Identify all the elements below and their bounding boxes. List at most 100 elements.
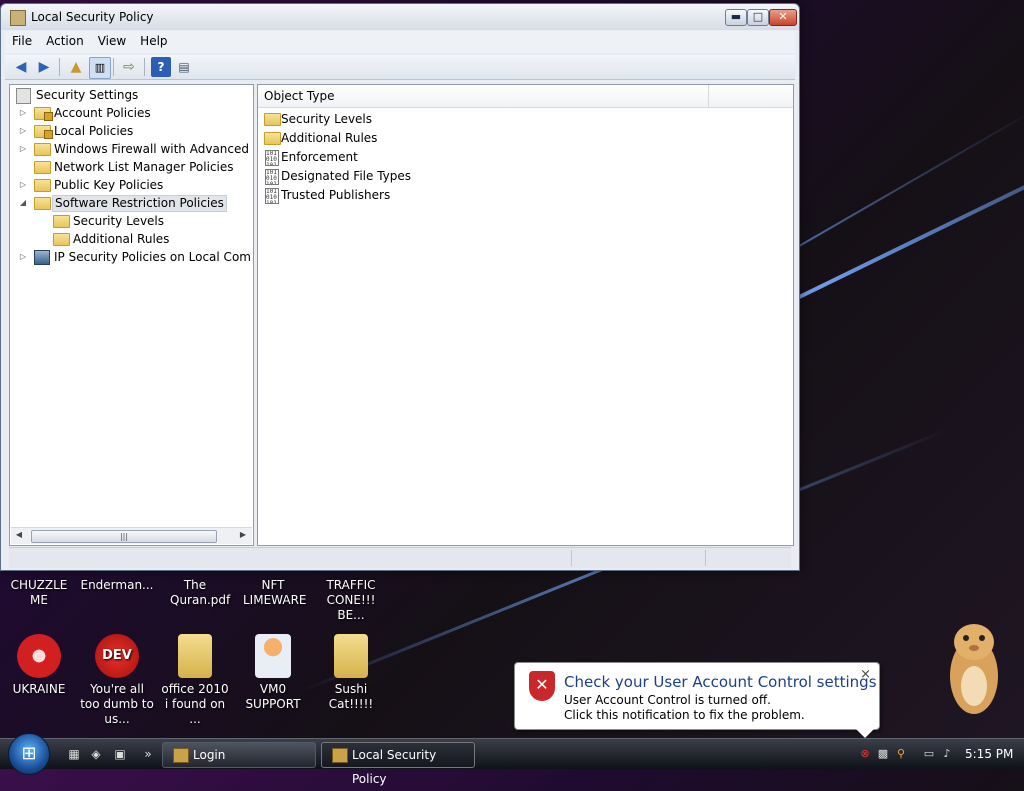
tree-item-label: Local Policies xyxy=(54,122,133,140)
desktop-icon-enderman[interactable]: Enderman... xyxy=(78,578,156,593)
desktop-icon-label: The Quran.pdf xyxy=(170,578,220,608)
desktop-icon-label: Enderman... xyxy=(78,578,156,593)
close-button[interactable]: ✕ xyxy=(769,9,797,26)
security-alert-icon[interactable]: ⊗ xyxy=(858,747,872,761)
tree-item-software-restriction-policies[interactable]: ◢ Software Restriction Policies xyxy=(10,194,250,212)
folder-icon xyxy=(334,634,368,678)
tree-item-security-levels[interactable]: Security Levels xyxy=(10,212,250,230)
folder-icon xyxy=(264,132,281,145)
network-icon[interactable]: ▭ xyxy=(922,747,936,761)
desktop-icon-office[interactable]: office 2010 i found on ... xyxy=(156,634,234,727)
taskbar-button-local-security-policy[interactable]: Local Security Policy xyxy=(321,742,475,768)
back-arrow-icon[interactable]: ◀ xyxy=(11,57,31,77)
tree-item-windows-firewall[interactable]: ▷ Windows Firewall with Advanced Secu xyxy=(10,140,252,158)
tree-item-account-policies[interactable]: ▷ Account Policies xyxy=(10,104,250,122)
expand-arrow-icon[interactable]: ▷ xyxy=(18,140,28,158)
user-icon xyxy=(173,748,189,763)
expand-arrow-icon[interactable]: ▷ xyxy=(18,248,28,266)
search-icon[interactable]: ⚲ xyxy=(894,747,908,761)
menu-file[interactable]: File xyxy=(5,31,39,51)
collapse-arrow-icon[interactable]: ◢ xyxy=(18,194,28,212)
binary-icon: 101010101 xyxy=(265,169,279,185)
scroll-right-icon[interactable]: ▶ xyxy=(237,530,249,539)
menu-help[interactable]: Help xyxy=(133,31,174,51)
desktop-icon-chuzzle[interactable]: CHUZZLE ME xyxy=(0,578,78,608)
quicklaunch-overflow-icon[interactable]: » xyxy=(140,746,156,762)
folder-icon xyxy=(34,143,51,156)
menu-action[interactable]: Action xyxy=(39,31,91,51)
expand-arrow-icon[interactable]: ▷ xyxy=(18,122,28,140)
list-item-label: Trusted Publishers xyxy=(281,186,390,205)
security-settings-icon xyxy=(16,88,31,104)
tree-pane[interactable]: Security Settings ▷ Account Policies ▷ L… xyxy=(9,84,254,546)
forward-arrow-icon[interactable]: ▶ xyxy=(34,57,54,77)
title-bar[interactable]: Local Security Policy ▬ □ ✕ xyxy=(1,4,799,30)
hamster-gadget[interactable] xyxy=(942,614,1006,718)
horizontal-scrollbar[interactable]: ◀ ||| ▶ xyxy=(11,527,252,544)
desktop-icon-traffic-cone[interactable]: TRAFFIC CONE!!! BE... xyxy=(312,578,390,623)
expand-arrow-icon[interactable]: ▷ xyxy=(18,104,28,122)
tree-root-label: Security Settings xyxy=(36,86,138,104)
maximize-button[interactable]: □ xyxy=(747,9,769,26)
status-separator xyxy=(705,550,706,566)
export-list-icon[interactable]: ⇨ xyxy=(119,57,139,77)
tree-item-label: Network List Manager Policies xyxy=(54,158,234,176)
taskbar-button-login[interactable]: Login xyxy=(162,742,316,768)
list-item-label: Security Levels xyxy=(281,110,372,129)
tree-item-network-list-manager[interactable]: Network List Manager Policies xyxy=(10,158,250,176)
desktop-icon-label: office 2010 i found on ... xyxy=(159,682,231,727)
devcpp-icon: DEV xyxy=(95,634,139,678)
desktop-icon-label: Sushi Cat!!!!! xyxy=(312,682,390,712)
details-pane[interactable]: Object Type Security Levels Additional R… xyxy=(257,84,794,546)
show-desktop-icon[interactable]: ▦ xyxy=(66,746,82,762)
help-icon[interactable]: ? xyxy=(151,57,171,77)
menu-bar: FileActionViewHelp xyxy=(5,31,795,53)
column-header-object-type[interactable]: Object Type xyxy=(264,89,334,103)
tree-item-ip-security-policies[interactable]: ▷ IP Security Policies on Local Compute xyxy=(10,248,252,266)
desktop-icon-quran[interactable]: The Quran.pdf xyxy=(156,578,234,608)
toolbar-separator xyxy=(144,58,145,76)
list-item-label: Enforcement xyxy=(281,148,358,167)
scroll-left-icon[interactable]: ◀ xyxy=(13,530,25,539)
volume-icon[interactable]: ♪ xyxy=(940,747,954,761)
column-separator[interactable] xyxy=(708,85,709,107)
show-hide-tree-icon[interactable]: ▥ xyxy=(89,57,111,79)
menu-view[interactable]: View xyxy=(91,31,133,51)
up-folder-icon[interactable]: ▲ xyxy=(66,57,86,77)
switch-windows-icon[interactable]: ◈ xyxy=(88,746,104,762)
tree-item-label: Security Levels xyxy=(73,212,164,230)
desktop-icon-label: TRAFFIC CONE!!! BE... xyxy=(318,578,384,623)
local-security-policy-window[interactable]: Local Security Policy ▬ □ ✕ FileActionVi… xyxy=(0,3,800,571)
folder-icon xyxy=(53,215,70,228)
desktop-icon-devcpp[interactable]: DEV You're all too dumb to us... xyxy=(78,634,156,727)
tree-item-additional-rules[interactable]: Additional Rules xyxy=(10,230,250,248)
expand-arrow-icon[interactable]: ▷ xyxy=(18,176,28,194)
window-title: Local Security Policy xyxy=(31,10,154,24)
taskbar: ⊞ ▦ ◈ ▣ » Login Local Security Policy ⊗ … xyxy=(0,738,1024,769)
tree-item-public-key-policies[interactable]: ▷ Public Key Policies xyxy=(10,176,250,194)
binary-icon: 101010101 xyxy=(265,188,279,204)
folder-icon xyxy=(53,233,70,246)
close-icon[interactable]: × xyxy=(860,667,871,682)
clock[interactable]: 5:15 PM xyxy=(965,747,1013,761)
tray-app-icon[interactable]: ▩ xyxy=(876,747,890,761)
desktop-icon-vm0[interactable]: VM0 SUPPORT xyxy=(234,634,312,712)
tree-item-label: Public Key Policies xyxy=(54,176,163,194)
desktop-icon-nft-limeware[interactable]: NFT LIMEWARE xyxy=(234,578,312,608)
notification-title: Check your User Account Control settings xyxy=(564,673,877,691)
desktop-icon-ukraine[interactable]: UKRAINE xyxy=(0,634,78,697)
tree-item-local-policies[interactable]: ▷ Local Policies xyxy=(10,122,250,140)
start-button[interactable]: ⊞ xyxy=(8,733,50,775)
minimize-button[interactable]: ▬ xyxy=(725,9,747,26)
scroll-thumb[interactable]: ||| xyxy=(31,530,217,543)
folder-icon xyxy=(178,634,212,678)
uac-notification[interactable]: ✕ Check your User Account Control settin… xyxy=(514,662,880,730)
tree-item-label: Additional Rules xyxy=(73,230,169,248)
folder-icon xyxy=(34,179,51,192)
desktop-icon-sushi-cat[interactable]: Sushi Cat!!!!! xyxy=(312,634,390,712)
list-header: Object Type xyxy=(258,85,793,108)
action-pane-icon[interactable]: ▤ xyxy=(174,57,194,77)
media-player-icon[interactable]: ▣ xyxy=(112,746,128,762)
desktop-icon-label: You're all too dumb to us... xyxy=(79,682,155,727)
balloon-tail xyxy=(855,728,875,738)
